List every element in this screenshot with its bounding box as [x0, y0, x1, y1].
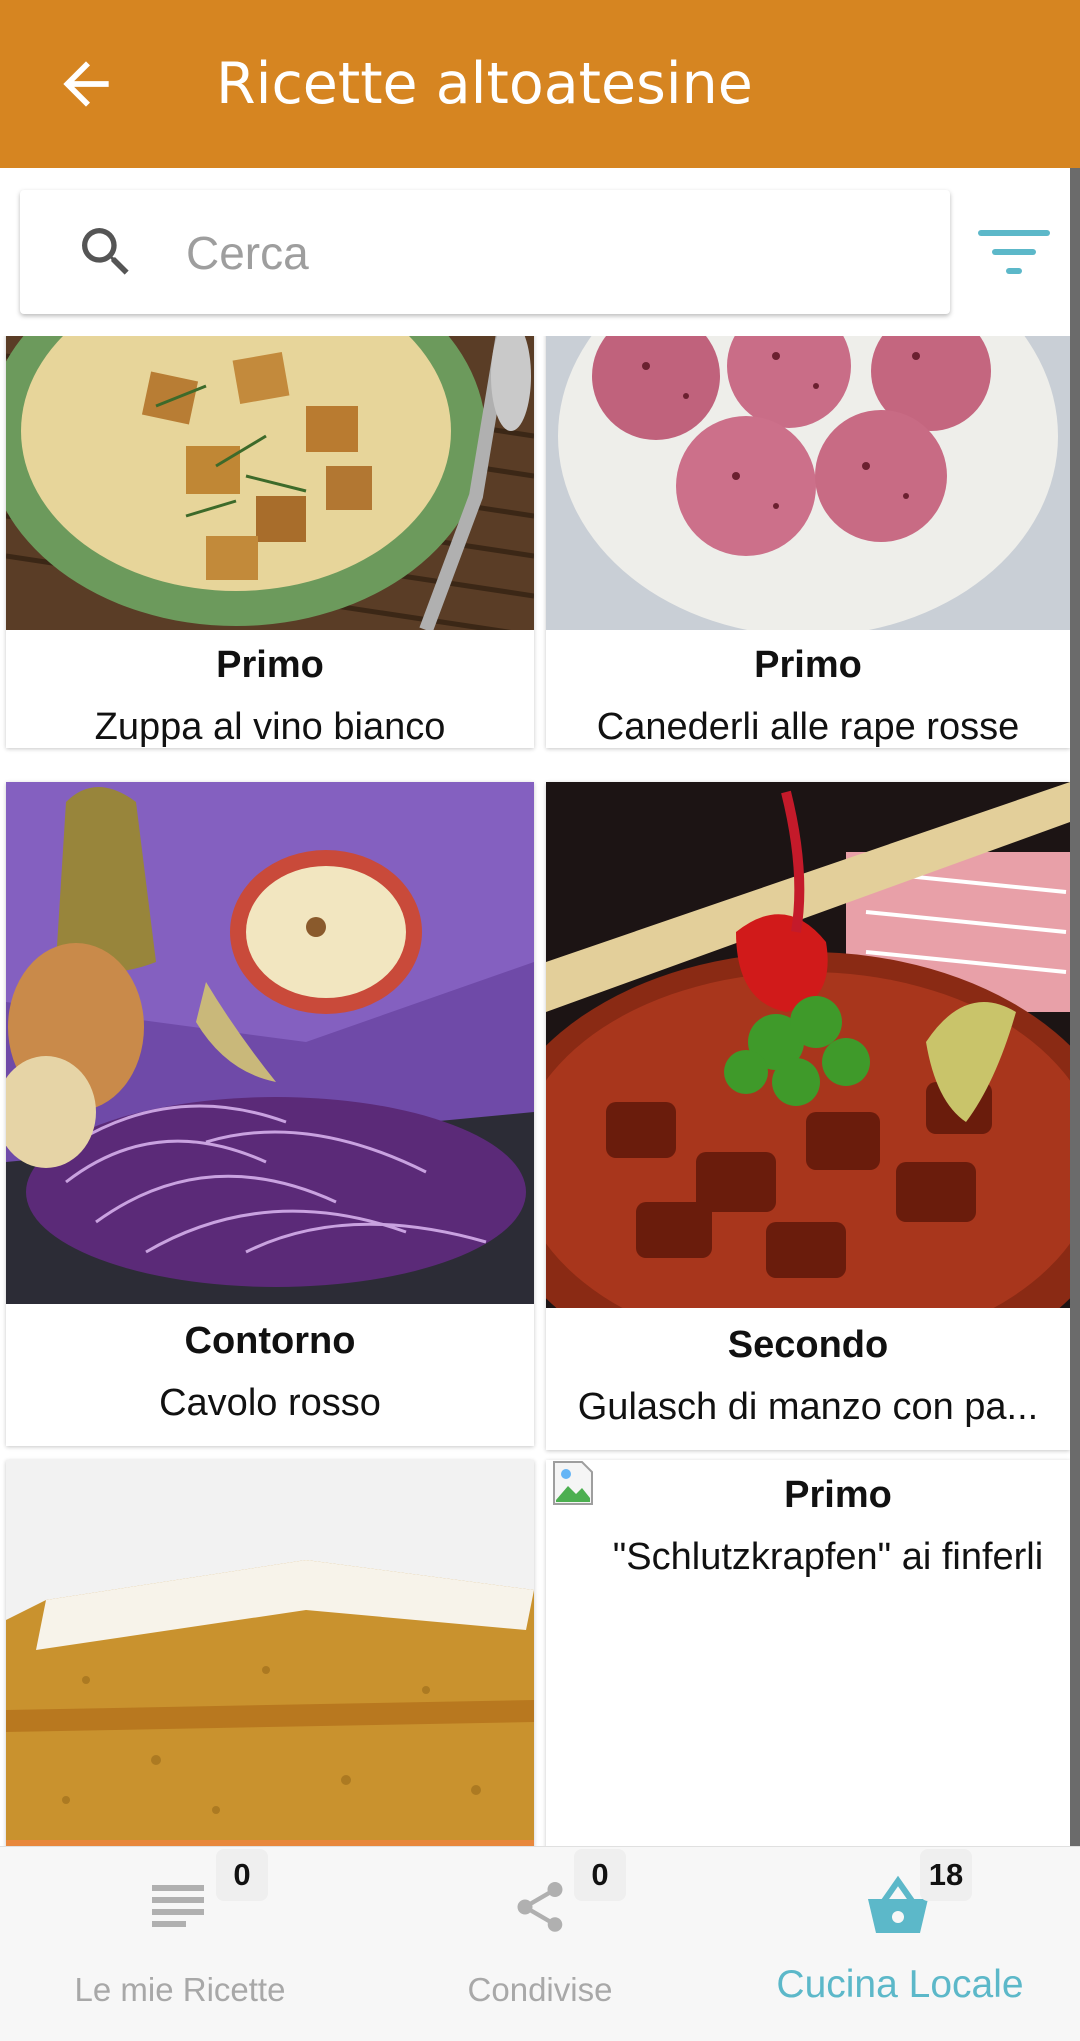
tab-label: Le mie Ricette: [74, 1971, 286, 2008]
page-title: Ricette altoatesine: [216, 51, 753, 117]
tab-cucina-locale[interactable]: 18 Cucina Locale: [720, 1847, 1080, 2041]
arrow-back-icon[interactable]: [52, 48, 120, 120]
list-icon: [152, 1885, 204, 1927]
recipe-card[interactable]: [6, 1460, 534, 1846]
recipe-category: Contorno: [184, 1320, 356, 1362]
recipe-card[interactable]: Primo Zuppa al vino bianco: [6, 336, 534, 748]
app-bar: Ricette altoatesine: [0, 0, 1080, 168]
recipe-name: Gulasch di manzo con pa...: [577, 1386, 1039, 1428]
recipe-image: [6, 336, 534, 630]
recipe-category: Secondo: [727, 1324, 889, 1366]
recipe-card[interactable]: Primo Canederli alle rape rosse: [546, 336, 1070, 748]
recipe-image: [6, 1460, 534, 1846]
recipe-name: Cavolo rosso: [159, 1382, 381, 1424]
tab-badge: 0: [574, 1849, 626, 1901]
search-bar: [0, 168, 1080, 336]
scrollbar[interactable]: [1070, 168, 1080, 1846]
tab-badge: 18: [920, 1849, 972, 1901]
recipe-category: Primo: [784, 1474, 892, 1516]
recipe-category: Primo: [216, 644, 324, 686]
recipe-grid: Primo Zuppa al vino bianco Primo Caneder: [0, 336, 1080, 1846]
search-box[interactable]: [20, 190, 950, 314]
tab-label: Cucina Locale: [776, 1963, 1024, 2006]
recipe-card[interactable]: Secondo Gulasch di manzo con pa...: [546, 782, 1070, 1450]
search-icon: [82, 228, 129, 275]
recipe-name: Zuppa al vino bianco: [94, 706, 446, 748]
tab-condivise[interactable]: 0 Condivise: [360, 1847, 720, 2041]
recipe-card[interactable]: Primo "Schlutzkrapfen" ai finferli: [546, 1460, 1070, 1846]
recipe-category: Primo: [754, 644, 862, 686]
recipe-name: Canederli alle rape rosse: [596, 706, 1020, 748]
recipe-image: [546, 782, 1070, 1308]
recipe-card[interactable]: Contorno Cavolo rosso: [6, 782, 534, 1446]
search-input[interactable]: [184, 218, 928, 288]
filter-icon[interactable]: [972, 220, 1056, 284]
recipe-image: [546, 336, 1070, 630]
share-icon: [517, 1882, 563, 1932]
recipe-image: [6, 782, 534, 1304]
tab-le-mie-ricette[interactable]: 0 Le mie Ricette: [0, 1847, 360, 2041]
tab-badge: 0: [216, 1849, 268, 1901]
recipe-name: "Schlutzkrapfen" ai finferli: [612, 1536, 1044, 1578]
bottom-navigation: 0 Le mie Ricette 0 Condivise 18 Cucina L…: [0, 1846, 1080, 2041]
tab-label: Condivise: [467, 1971, 613, 2008]
